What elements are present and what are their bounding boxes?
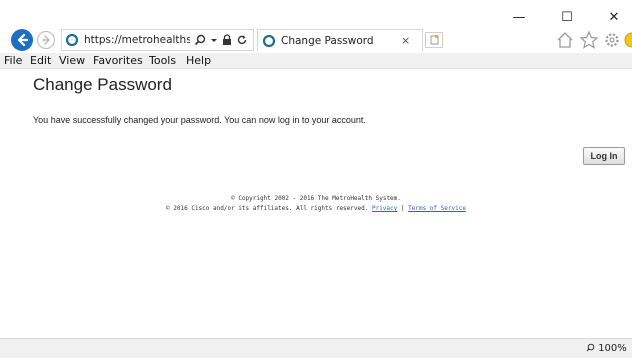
menu-help[interactable]: Help — [186, 54, 211, 67]
close-icon: ✕ — [608, 9, 620, 25]
site-favicon — [66, 34, 78, 46]
close-window-button[interactable]: ✕ — [604, 8, 624, 26]
terms-of-service-link[interactable]: Terms of Service — [408, 205, 466, 212]
zoom-control[interactable]: 100% — [586, 343, 632, 354]
refresh-icon[interactable] — [236, 34, 248, 46]
tab-title: Change Password — [281, 34, 374, 47]
lock-icon[interactable] — [222, 34, 232, 46]
zoom-level: 100% — [598, 343, 627, 354]
tab-change-password[interactable]: Change Password × — [257, 29, 423, 51]
minimize-icon: — — [512, 9, 526, 25]
search-icon[interactable] — [194, 34, 206, 46]
tab-favicon — [263, 34, 275, 47]
maximize-icon: ☐ — [561, 9, 573, 25]
back-icon — [17, 33, 29, 47]
menu-edit[interactable]: Edit — [30, 54, 51, 67]
maximize-button[interactable]: ☐ — [557, 8, 577, 26]
forward-button[interactable] — [37, 31, 55, 49]
status-bar: 100% — [0, 338, 632, 358]
menu-tools[interactable]: Tools — [149, 54, 176, 67]
menu-bar: File Edit View Favorites Tools Help — [0, 53, 632, 69]
forward-icon — [42, 35, 50, 45]
cisco-copyright-line: © 2016 Cisco and/or its affiliates. All … — [0, 205, 632, 212]
tab-close-button[interactable]: × — [401, 34, 410, 47]
favorites-star-icon[interactable] — [578, 30, 600, 50]
address-bar[interactable]: https://metrohealths... — [61, 29, 254, 51]
log-in-button[interactable]: Log In — [583, 147, 625, 165]
success-message: You have successfully changed your passw… — [33, 115, 366, 125]
copyright-line: © Copyright 2002 - 2016 The MetroHealth … — [231, 195, 401, 202]
settings-gear-icon[interactable] — [601, 30, 623, 50]
menu-view[interactable]: View — [59, 54, 85, 67]
cisco-copyright-text: © 2016 Cisco and/or its affiliates. All … — [166, 205, 369, 212]
privacy-link[interactable]: Privacy — [372, 205, 397, 212]
new-tab-button[interactable] — [425, 32, 443, 48]
menu-favorites[interactable]: Favorites — [93, 54, 143, 67]
menu-file[interactable]: File — [4, 54, 22, 67]
back-button[interactable] — [11, 29, 33, 51]
smiley-feedback-icon[interactable] — [622, 30, 632, 50]
home-icon[interactable] — [554, 30, 576, 50]
page-title: Change Password — [33, 75, 172, 94]
zoom-icon — [586, 343, 595, 352]
minimize-button[interactable]: — — [509, 8, 529, 26]
dropdown-icon[interactable] — [210, 34, 218, 46]
footer-separator: | — [400, 205, 405, 212]
address-url[interactable]: https://metrohealths... — [84, 34, 190, 46]
new-tab-icon — [430, 35, 439, 45]
